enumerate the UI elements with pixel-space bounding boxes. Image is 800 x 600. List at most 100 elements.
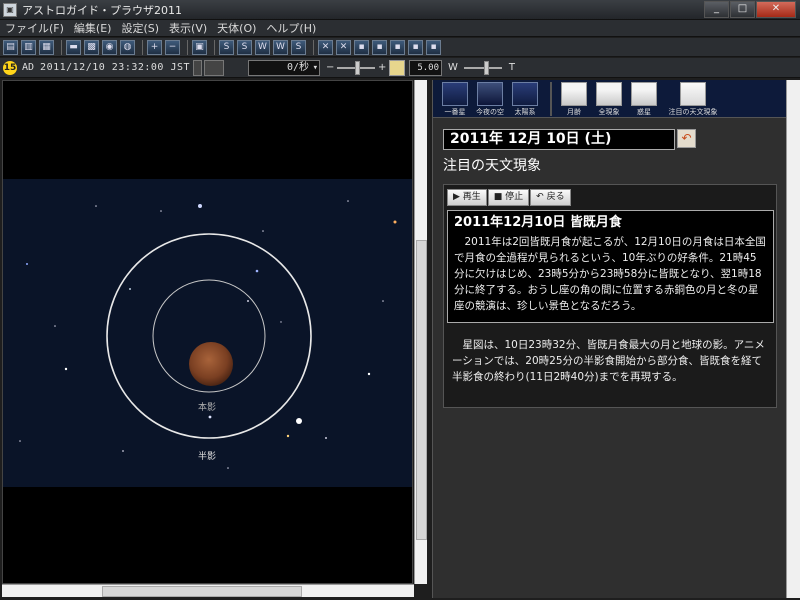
star[interactable]	[382, 300, 384, 302]
title-bar: ▣ アストロガイド・プラウザ2011 _ □ ✕	[0, 0, 800, 20]
first-star-icon	[442, 82, 468, 106]
star[interactable]	[280, 321, 282, 323]
doc-w2-icon[interactable]: W	[273, 39, 288, 55]
back-button[interactable]: ↶ 戻る	[530, 189, 571, 206]
datetime-field[interactable]: 2011/12/10 23:32:00 JST	[40, 62, 190, 73]
moon[interactable]	[189, 342, 233, 386]
magnitude-icon[interactable]	[389, 59, 406, 76]
menu-edit[interactable]: 編集(E)	[69, 20, 117, 36]
quick-all-events[interactable]: 全現象	[593, 82, 625, 117]
tool-b-icon[interactable]: ▪	[372, 39, 387, 55]
star[interactable]	[160, 210, 162, 212]
star[interactable]	[393, 220, 397, 224]
magnitude-field[interactable]: 5.00	[409, 59, 443, 76]
map-horizontal-scrollbar[interactable]	[2, 584, 414, 597]
sphere-icon[interactable]: ◍	[120, 39, 135, 55]
penumbra-label: 半影	[198, 450, 216, 462]
quick-first-star[interactable]: 一番星	[439, 82, 471, 117]
map-vertical-scroll-thumb[interactable]	[416, 240, 427, 540]
event-title: 2011年12月10日 皆既月食	[454, 215, 622, 230]
star-map-canvas[interactable]: 本影 半影	[3, 81, 413, 584]
star[interactable]	[19, 440, 21, 442]
star[interactable]	[208, 415, 212, 419]
animation-controls: ▶ 再生 ■ 停止 ↶ 戻る	[447, 189, 572, 206]
fov-thumb[interactable]	[355, 60, 361, 75]
star[interactable]	[129, 288, 131, 290]
star[interactable]	[296, 418, 302, 424]
grid-icon[interactable]: ▩	[84, 39, 99, 55]
tool-c-icon[interactable]: ▪	[390, 39, 405, 55]
star[interactable]	[367, 372, 371, 376]
open-icon[interactable]: ▤	[3, 39, 18, 55]
doc-s2-icon[interactable]: S	[237, 39, 252, 55]
star[interactable]	[54, 325, 56, 327]
day-badge: 15	[3, 60, 17, 75]
star[interactable]	[122, 450, 124, 452]
tool-d-icon[interactable]: ▪	[408, 39, 423, 55]
globe-icon[interactable]: ◉	[102, 39, 117, 55]
wide-tele-track[interactable]	[463, 60, 502, 75]
info-panel-scrollbar[interactable]	[786, 80, 800, 598]
quick-moon-age[interactable]: 月齢	[558, 82, 590, 117]
play-button[interactable]: ▶ 再生	[447, 189, 487, 206]
star[interactable]	[286, 434, 290, 438]
event-box: ▶ 再生 ■ 停止 ↶ 戻る 2011年12月10日 皆既月食 2011年は2回…	[443, 184, 777, 408]
zoom-out-icon[interactable]: −	[165, 39, 180, 55]
tool-a-icon[interactable]: ▪	[354, 39, 369, 55]
close-button[interactable]: ✕	[756, 1, 796, 18]
stop-button[interactable]: ■ 停止	[487, 189, 530, 206]
star[interactable]	[26, 263, 28, 265]
featured-events-icon	[680, 82, 706, 106]
star[interactable]	[255, 269, 259, 273]
save-icon[interactable]: ▥	[21, 39, 36, 55]
datetime-step-spinner[interactable]	[204, 59, 225, 76]
tool-x-icon[interactable]: ✕	[318, 39, 333, 55]
menu-file[interactable]: ファイル(F)	[0, 20, 69, 36]
star[interactable]	[325, 437, 327, 439]
datetime-spinner[interactable]	[193, 59, 203, 76]
horizon-icon[interactable]: ▬	[66, 39, 81, 55]
date-display[interactable]: 2011年 12月 10日 (土)	[443, 129, 675, 150]
fov-plus-icon[interactable]: +	[378, 62, 386, 73]
star[interactable]	[227, 467, 229, 469]
menu-object[interactable]: 天体(O)	[212, 20, 261, 36]
quick-featured-events[interactable]: 注目の天文現象	[663, 82, 723, 117]
quick-solar-system[interactable]: 太陽系	[509, 82, 541, 117]
star-map[interactable]: 本影 半影	[2, 80, 413, 584]
star[interactable]	[347, 200, 349, 202]
fov-slider[interactable]: − +	[326, 60, 386, 75]
star[interactable]	[64, 367, 68, 371]
doc-s-icon[interactable]: S	[219, 39, 234, 55]
menu-help[interactable]: ヘルプ(H)	[261, 20, 321, 36]
moon-age-icon	[561, 82, 587, 106]
fov-minus-icon[interactable]: −	[326, 62, 334, 73]
toolbar-divider	[187, 39, 188, 55]
return-icon[interactable]: ↶	[677, 129, 696, 148]
tool-x2-icon[interactable]: ✕	[336, 39, 351, 55]
zoom-in-icon[interactable]: +	[147, 39, 162, 55]
map-horizontal-scroll-thumb[interactable]	[102, 586, 302, 597]
menu-settings[interactable]: 設定(S)	[116, 20, 164, 36]
wide-tele-thumb[interactable]	[483, 60, 489, 75]
wide-tele-slider[interactable]	[461, 60, 505, 75]
star[interactable]	[95, 205, 97, 207]
menu-view[interactable]: 表示(V)	[164, 20, 212, 36]
quick-tonight-sky[interactable]: 今夜の空	[474, 82, 506, 117]
star[interactable]	[198, 204, 202, 208]
image-icon[interactable]: ▣	[192, 39, 207, 55]
quick-planets[interactable]: 惑星	[628, 82, 660, 117]
doc-w-icon[interactable]: W	[255, 39, 270, 55]
time-rate-select[interactable]: 0/秒	[248, 59, 321, 76]
minimize-button[interactable]: _	[704, 1, 729, 18]
print-icon[interactable]: ▦	[39, 39, 54, 55]
star[interactable]	[247, 300, 249, 302]
doc-s3-icon[interactable]: S	[291, 39, 306, 55]
map-vertical-scrollbar[interactable]	[414, 80, 427, 584]
chart-note: 星図は、10日23時32分、皆既月食最大の月と地球の影。アニメーションでは、20…	[452, 339, 765, 383]
sky-region	[3, 179, 412, 487]
toolbar-divider	[313, 39, 314, 55]
maximize-button[interactable]: □	[730, 1, 755, 18]
tool-e-icon[interactable]: ▪	[426, 39, 441, 55]
fov-track[interactable]	[337, 60, 376, 75]
star[interactable]	[262, 230, 264, 232]
